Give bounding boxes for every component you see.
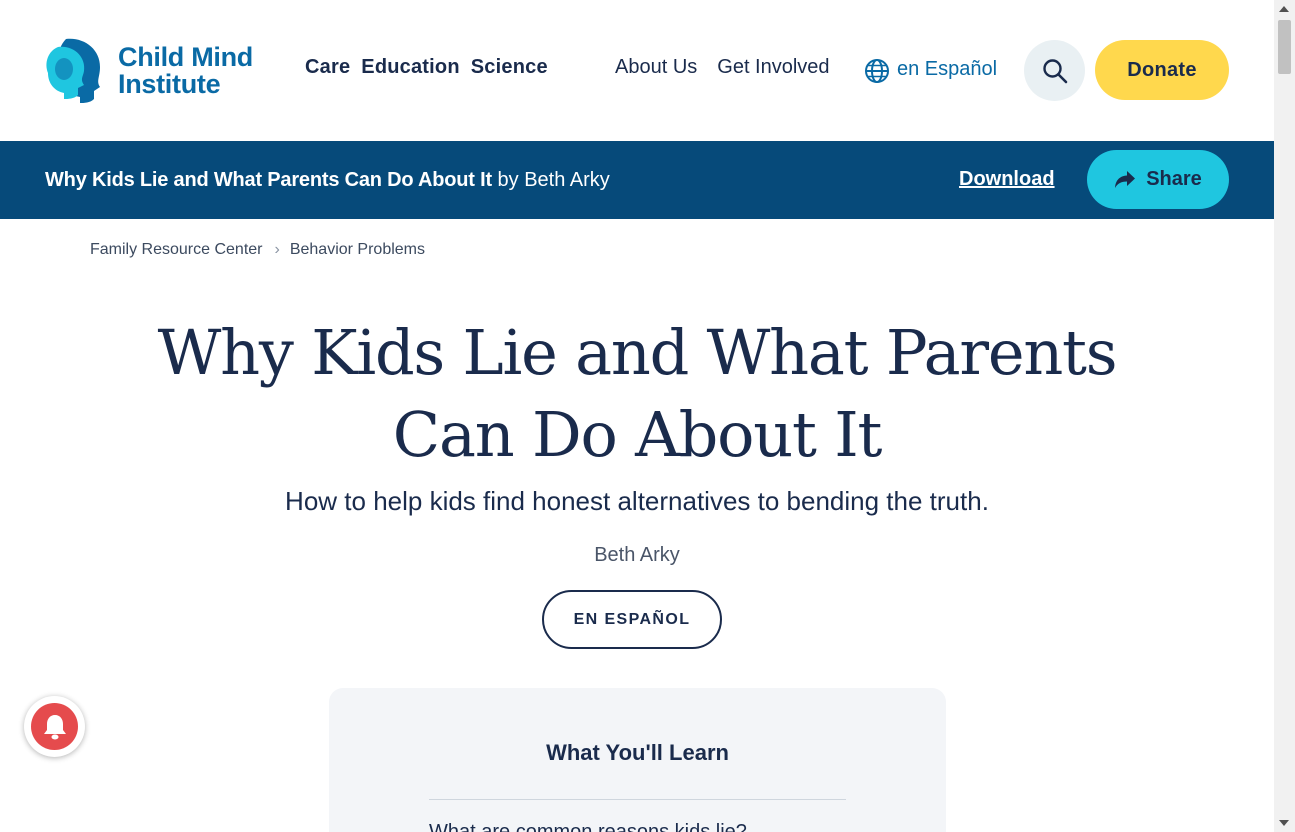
article-subtitle: How to help kids find honest alternative… [285,486,989,516]
learn-box-divider [429,799,846,800]
share-label: Share [1146,168,1202,190]
site-header: Child Mind Institute Care Education Scie… [0,0,1274,141]
logo-line-1: Child Mind [118,42,253,72]
secondary-nav: About Us Get Involved [615,56,830,79]
scroll-up-arrow-icon[interactable] [1279,6,1289,12]
nav-care[interactable]: Care [305,56,350,79]
page: Child Mind Institute Care Education Scie… [0,0,1274,832]
article-author[interactable]: Beth Arky [90,544,1184,567]
notification-bell-button[interactable] [24,696,85,757]
logo-line-2: Institute [118,69,221,99]
learn-box-title: What You'll Learn [546,740,729,765]
language-label: en Español [897,58,998,80]
bell-icon [43,714,66,739]
article-bar-byline: by Beth Arky [497,169,610,191]
nav-education[interactable]: Education [361,56,459,79]
nav-science[interactable]: Science [471,56,548,79]
donate-button[interactable]: Donate [1095,40,1229,100]
nav-about-us[interactable]: About Us [615,56,697,79]
child-mind-institute-heads-logo [46,38,100,103]
learn-box-item[interactable]: What are common reasons kids lie? [429,821,747,832]
site-logo[interactable]: Child Mind Institute [44,36,284,106]
vertical-scrollbar[interactable] [1274,0,1295,832]
primary-nav: Care Education Science [305,56,548,79]
globe-icon [865,59,889,83]
scrollbar-thumb[interactable] [1278,20,1291,74]
article-title: Why Kids Lie and What Parents Can Do Abo… [157,316,1118,471]
search-button[interactable] [1024,40,1085,101]
en-espanol-button[interactable]: EN ESPAÑOL [542,590,722,649]
search-icon [1042,58,1067,83]
breadcrumb-behavior-problems[interactable]: Behavior Problems [290,241,425,259]
what-youll-learn-box: What You'll Learn What are common reason… [329,688,946,832]
breadcrumb: Family Resource Center › Behavior Proble… [90,241,425,259]
spanish-language-link[interactable]: en Español [864,55,997,84]
share-button[interactable]: Share [1087,150,1229,209]
breadcrumb-family-resource-center[interactable]: Family Resource Center [90,241,263,259]
chevron-right-icon: › [274,241,280,258]
article-bar-title-text: Why Kids Lie and What Parents Can Do Abo… [45,169,492,191]
scroll-down-arrow-icon[interactable] [1279,820,1289,826]
share-arrow-icon [1115,170,1136,188]
article-sticky-bar: Why Kids Lie and What Parents Can Do Abo… [0,141,1274,219]
article-bar-title: Why Kids Lie and What Parents Can Do Abo… [45,169,610,192]
nav-get-involved[interactable]: Get Involved [717,56,829,79]
download-link[interactable]: Download [959,168,1055,191]
